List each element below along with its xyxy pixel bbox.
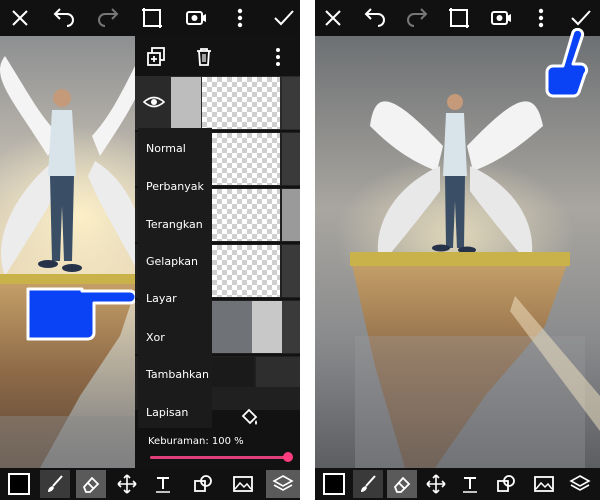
- color-swatch-icon[interactable]: [4, 470, 34, 498]
- redo-icon[interactable]: [96, 6, 120, 30]
- opacity-slider-track[interactable]: [150, 456, 288, 459]
- layer-handle[interactable]: [282, 301, 300, 353]
- brush-icon[interactable]: [353, 470, 383, 498]
- record-icon[interactable]: [489, 6, 513, 30]
- move-icon[interactable]: [421, 470, 451, 498]
- image-icon[interactable]: [228, 470, 258, 498]
- bucket-fill-icon[interactable]: [239, 406, 261, 428]
- move-icon[interactable]: [112, 470, 142, 498]
- layer-row[interactable]: [135, 76, 300, 130]
- checkmark-icon[interactable]: [569, 6, 593, 30]
- layers-more-icon[interactable]: [267, 46, 289, 68]
- layer-handle[interactable]: [256, 357, 300, 387]
- record-icon[interactable]: [184, 6, 208, 30]
- undo-icon[interactable]: [52, 6, 76, 30]
- left-screen: Keburaman: 100 % Normal Perbanyak Terang…: [0, 0, 300, 500]
- close-icon[interactable]: [8, 6, 32, 30]
- shapes-icon[interactable]: [188, 470, 218, 498]
- delete-layer-icon[interactable]: [193, 46, 215, 68]
- text-icon[interactable]: [455, 470, 485, 498]
- bottom-toolbar: [0, 468, 300, 500]
- duplicate-layer-icon[interactable]: [145, 46, 167, 68]
- layers-icon[interactable]: [565, 470, 595, 498]
- layer-bg-swatch: [252, 301, 282, 353]
- more-vert-icon[interactable]: [529, 6, 553, 30]
- brush-icon[interactable]: [40, 470, 70, 498]
- layer-handle[interactable]: [282, 189, 300, 241]
- layer-thumbnail: [202, 133, 280, 185]
- blend-item-tambahkan[interactable]: Tambahkan: [146, 368, 209, 381]
- pointer-hand-icon: [543, 27, 589, 100]
- crop-icon[interactable]: [447, 6, 471, 30]
- shapes-icon[interactable]: [491, 470, 521, 498]
- layer-handle[interactable]: [282, 77, 300, 129]
- color-swatch-icon[interactable]: [319, 470, 349, 498]
- checkmark-icon[interactable]: [272, 6, 296, 30]
- text-icon[interactable]: [148, 470, 178, 498]
- crop-icon[interactable]: [140, 6, 164, 30]
- top-toolbar: [0, 0, 300, 36]
- close-icon[interactable]: [321, 6, 345, 30]
- blend-item-xor[interactable]: Xor: [146, 331, 165, 344]
- layers-icon[interactable]: [266, 470, 300, 498]
- layer-thumbnail: [202, 189, 280, 241]
- blend-item-perbanyak[interactable]: Perbanyak: [146, 180, 204, 193]
- undo-icon[interactable]: [363, 6, 387, 30]
- blend-item-terangkan[interactable]: Terangkan: [146, 218, 203, 231]
- layer-handle[interactable]: [282, 245, 300, 297]
- image-icon[interactable]: [529, 470, 559, 498]
- right-screen: [315, 0, 600, 500]
- blend-item-gelapkan[interactable]: Gelapkan: [146, 255, 198, 268]
- layer-bg-swatch: [171, 77, 201, 129]
- pointer-hand-icon: [22, 283, 138, 343]
- eraser-icon[interactable]: [387, 470, 417, 498]
- blend-item-lapisan[interactable]: Lapisan: [146, 406, 188, 419]
- opacity-slider-knob[interactable]: [283, 452, 293, 462]
- eraser-icon[interactable]: [76, 470, 106, 498]
- blend-item-layar[interactable]: Layar: [146, 292, 177, 305]
- canvas-photo[interactable]: [315, 36, 600, 468]
- more-vert-icon[interactable]: [228, 6, 252, 30]
- layer-thumbnail: [202, 77, 280, 129]
- layers-header: [135, 36, 300, 76]
- opacity-label: Keburaman: 100 %: [148, 436, 244, 447]
- redo-icon[interactable]: [405, 6, 429, 30]
- visibility-eye-icon[interactable]: [142, 93, 166, 111]
- blend-item-normal[interactable]: Normal: [146, 142, 186, 155]
- blend-mode-menu: Normal Perbanyak Terangkan Gelapkan Laya…: [138, 128, 212, 428]
- layer-handle[interactable]: [282, 133, 300, 185]
- layer-thumbnail: [202, 245, 280, 297]
- bottom-toolbar: [315, 468, 600, 500]
